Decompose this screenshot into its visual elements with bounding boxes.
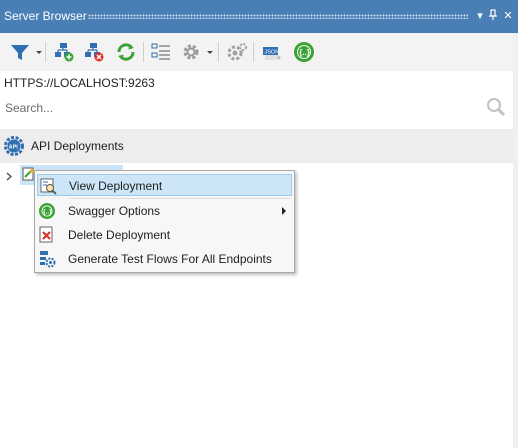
pin-icon[interactable] (487, 9, 499, 23)
menu-item-label: View Deployment (69, 179, 163, 193)
disabled-settings-icon[interactable] (226, 41, 248, 63)
search-icon[interactable] (486, 97, 506, 117)
menu-item-generate-test-flows[interactable]: Generate Test Flows For All Endpoints (37, 248, 292, 270)
svg-text:{..}: {..} (43, 209, 52, 216)
remove-server-icon[interactable] (83, 41, 105, 63)
chevron-right-icon[interactable] (6, 170, 12, 181)
scrollbar-track[interactable] (513, 33, 518, 448)
toolbar: JSON {..} (0, 33, 518, 71)
svg-text:JSON: JSON (265, 50, 280, 56)
api-gear-icon: API (4, 136, 24, 156)
menu-item-label: Swagger Options (68, 204, 161, 218)
filter-icon[interactable] (9, 41, 31, 63)
menu-item-label: Delete Deployment (68, 228, 171, 242)
toolbar-separator (253, 42, 254, 62)
svg-text:API: API (9, 144, 19, 150)
context-menu: View Deployment {..} Swagger Options Del… (34, 170, 295, 273)
swagger-icon[interactable]: {..} (293, 41, 315, 63)
json-icon[interactable]: JSON (261, 41, 283, 63)
add-server-icon[interactable] (53, 41, 75, 63)
generate-test-flows-icon (38, 250, 56, 268)
section-title: API Deployments (31, 139, 124, 153)
search-input[interactable] (0, 91, 480, 124)
settings-dropdown-arrow-icon[interactable] (207, 51, 213, 54)
close-icon[interactable]: ✕ (502, 9, 514, 23)
svg-text:{..}: {..} (299, 48, 310, 57)
delete-deployment-icon (38, 226, 56, 244)
refresh-icon[interactable] (115, 41, 137, 63)
view-deployment-icon (39, 177, 57, 195)
swagger-icon: {..} (38, 202, 56, 220)
menu-item-label: Generate Test Flows For All Endpoints (68, 252, 272, 266)
filter-dropdown-arrow-icon[interactable] (36, 51, 42, 54)
window-options-icon[interactable]: ▾ (474, 9, 486, 23)
server-url: HTTPS://LOCALHOST:9263 (4, 76, 155, 90)
toolbar-separator (45, 42, 46, 62)
toolbar-separator (143, 42, 144, 62)
menu-separator (69, 198, 290, 199)
panel-titlebar: Server Browser ▾ ✕ (0, 0, 518, 33)
submenu-arrow-icon (282, 207, 286, 215)
toolbar-separator (218, 42, 219, 62)
menu-item-delete-deployment[interactable]: Delete Deployment (37, 224, 292, 246)
menu-item-swagger-options[interactable]: {..} Swagger Options (37, 200, 292, 222)
panel-title: Server Browser (4, 9, 87, 23)
settings-icon[interactable] (180, 41, 202, 63)
list-view-icon[interactable] (150, 41, 172, 63)
titlebar-grip[interactable] (88, 14, 468, 19)
api-deployments-header[interactable]: API API Deployments (0, 129, 518, 163)
search-bar (0, 91, 518, 124)
menu-item-view-deployment[interactable]: View Deployment (37, 174, 292, 196)
